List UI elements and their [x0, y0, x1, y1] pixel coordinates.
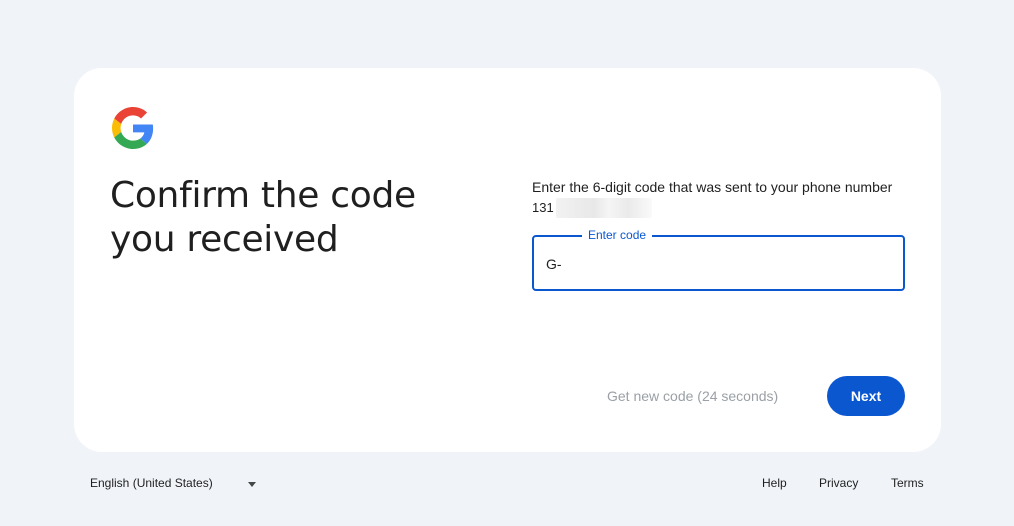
sign-in-card: Confirm the code you received Enter the …: [74, 68, 941, 452]
phone-number: 131: [532, 197, 932, 218]
chevron-down-icon[interactable]: [248, 482, 256, 487]
code-field[interactable]: Enter code: [532, 227, 905, 291]
privacy-link[interactable]: Privacy: [819, 476, 858, 490]
code-field-label: Enter code: [582, 227, 653, 243]
page-title: Confirm the code you received: [110, 175, 416, 260]
next-button[interactable]: Next: [827, 376, 905, 416]
redacted-phone-digits: [556, 198, 652, 218]
footer: English (United States) Help Privacy Ter…: [0, 476, 1014, 496]
code-input[interactable]: [546, 253, 886, 275]
language-label: English (United States): [90, 476, 213, 490]
language-selector[interactable]: English (United States): [90, 476, 213, 490]
instructions-message: Enter the 6-digit code that was sent to …: [532, 179, 893, 195]
help-link[interactable]: Help: [762, 476, 787, 490]
terms-link[interactable]: Terms: [891, 476, 924, 490]
phone-prefix: 131: [532, 200, 554, 215]
google-logo-icon: [112, 107, 154, 149]
get-new-code-link: Get new code (24 seconds): [607, 388, 779, 404]
instructions-text: Enter the 6-digit code that was sent to …: [532, 177, 932, 218]
